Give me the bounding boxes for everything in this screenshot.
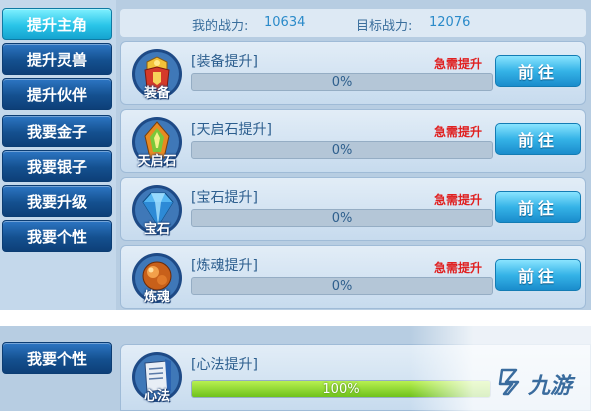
goto-button-equipment[interactable]: 前往 xyxy=(495,55,581,87)
quest-title: [心法提升] xyxy=(191,357,258,373)
progress-bar: 0% xyxy=(191,277,493,295)
icon-label: 炼魂 xyxy=(143,290,170,305)
side-menu: 提升主角 提升灵兽 提升伙伴 我要金子 我要银子 我要升级 我要个性 xyxy=(0,0,116,310)
progress-text: 0% xyxy=(331,75,353,90)
icon-label: 装备 xyxy=(143,86,170,101)
soul-refine-icon: 炼魂 xyxy=(131,252,183,305)
armor-icon: 装备 xyxy=(131,48,183,101)
quest-title: [宝石提升] xyxy=(191,190,258,206)
urgent-tag: 急需提升 xyxy=(434,193,483,207)
menu-item-want-style[interactable]: 我要个性 xyxy=(2,220,112,252)
progress-bar: 0% xyxy=(191,209,493,227)
target-power-label: 目标战力: xyxy=(356,19,413,34)
menu-item-upgrade-beast[interactable]: 提升灵兽 xyxy=(2,43,112,75)
progress-text: 0% xyxy=(331,279,353,294)
menu-item-want-style-bottom[interactable]: 我要个性 xyxy=(2,342,112,374)
target-power-value: 12076 xyxy=(429,15,471,30)
quest-row-tianqi-stone: 天启石 [天启石提升] 急需提升 0% 前往 xyxy=(120,109,586,173)
progress-bar: 0% xyxy=(191,141,493,159)
goto-button-gem[interactable]: 前往 xyxy=(495,191,581,223)
urgent-tag: 急需提升 xyxy=(434,125,483,139)
urgent-tag: 急需提升 xyxy=(434,261,483,275)
watermark-text: 九游 xyxy=(528,374,573,399)
menu-item-want-levelup[interactable]: 我要升级 xyxy=(2,185,112,217)
menu-item-upgrade-partner[interactable]: 提升伙伴 xyxy=(2,78,112,110)
urgent-tag: 急需提升 xyxy=(434,57,483,71)
watermark-logo: 九游 xyxy=(496,364,586,400)
scroll-icon: 心法 xyxy=(131,351,183,404)
quest-title: [天启石提升] xyxy=(191,122,272,138)
menu-item-want-gold[interactable]: 我要金子 xyxy=(2,115,112,147)
progress-bar: 0% xyxy=(191,73,493,91)
progress-text: 0% xyxy=(331,143,353,158)
icon-label: 天启石 xyxy=(137,154,177,169)
gem-icon: 宝石 xyxy=(131,184,183,237)
upgrade-content: 我的战力: 10634 目标战力: 12076 装备 [装备提升] 急需提升 0… xyxy=(118,0,591,310)
quest-row-gem: 宝石 [宝石提升] 急需提升 0% 前往 xyxy=(120,177,586,241)
progress-text: 0% xyxy=(331,211,353,226)
quest-title: [装备提升] xyxy=(191,54,258,70)
quest-row-soul-refine: 炼魂 [炼魂提升] 急需提升 0% 前往 xyxy=(120,245,586,309)
my-power-value: 10634 xyxy=(264,15,306,30)
top-panel: 提升主角 提升灵兽 提升伙伴 我要金子 我要银子 我要升级 我要个性 我的战力:… xyxy=(0,0,591,310)
menu-item-want-silver[interactable]: 我要银子 xyxy=(2,150,112,182)
my-power-label: 我的战力: xyxy=(192,19,249,34)
menu-item-upgrade-hero[interactable]: 提升主角 xyxy=(2,8,112,40)
goto-button-tianqi-stone[interactable]: 前往 xyxy=(495,123,581,155)
icon-label: 心法 xyxy=(143,389,170,404)
quest-row-equipment: 装备 [装备提升] 急需提升 0% 前往 xyxy=(120,41,586,105)
icon-label: 宝石 xyxy=(143,222,170,237)
power-summary: 我的战力: 10634 目标战力: 12076 xyxy=(120,9,586,37)
tianqi-stone-icon: 天启石 xyxy=(131,116,183,169)
goto-button-soul-refine[interactable]: 前往 xyxy=(495,259,581,291)
jiuyou-logo-icon xyxy=(498,368,520,396)
quest-title: [炼魂提升] xyxy=(191,258,258,274)
